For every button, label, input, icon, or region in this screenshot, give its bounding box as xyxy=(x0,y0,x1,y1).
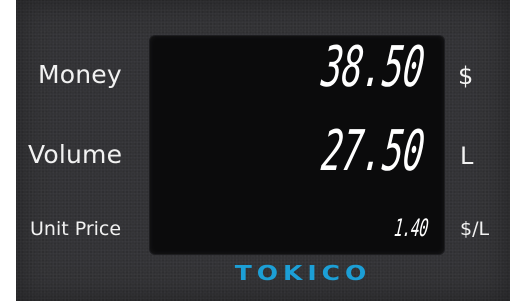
volume-unit: L xyxy=(460,142,474,170)
money-label: Money xyxy=(38,60,122,89)
volume-value: 27.50 xyxy=(319,119,428,184)
volume-label: Volume xyxy=(28,140,123,169)
unit-price-label: Unit Price xyxy=(30,218,122,240)
unit-price-unit: $/L xyxy=(460,218,490,240)
unit-price-value: 1.40 xyxy=(393,214,430,242)
brand-logo: TOKICO xyxy=(234,261,372,285)
money-value: 38.50 xyxy=(319,35,428,100)
money-unit: $ xyxy=(458,62,474,90)
